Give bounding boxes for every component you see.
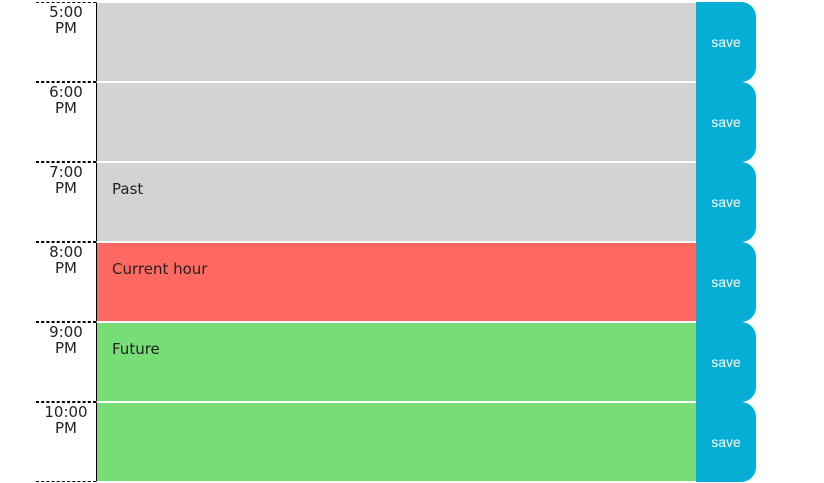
event-description[interactable]: [96, 82, 696, 162]
save-button[interactable]: save: [696, 322, 756, 402]
event-description[interactable]: [96, 402, 696, 482]
time-block-6pm: 6:00 PM save: [36, 82, 756, 162]
hour-time: 8:00: [49, 243, 83, 261]
event-description[interactable]: Current hour: [96, 242, 696, 322]
save-button[interactable]: save: [696, 162, 756, 242]
hour-label: 5:00 PM: [36, 2, 96, 82]
time-block-10pm: 10:00 PM save: [36, 402, 756, 482]
time-block-9pm: 9:00 PM Future save: [36, 322, 756, 402]
event-description[interactable]: Past: [96, 162, 696, 242]
hour-time: 9:00: [49, 323, 83, 341]
hour-period: PM: [55, 259, 77, 277]
event-description[interactable]: Future: [96, 322, 696, 402]
save-button[interactable]: save: [696, 402, 756, 482]
scheduler: 5:00 PM save 6:00 PM save 7:00 PM Past s…: [36, 2, 756, 482]
hour-period: PM: [55, 339, 77, 357]
hour-period: PM: [55, 19, 77, 37]
event-description[interactable]: [96, 2, 696, 82]
hour-time: 7:00: [49, 163, 83, 181]
hour-period: PM: [55, 179, 77, 197]
save-button[interactable]: save: [696, 2, 756, 82]
hour-label: 6:00 PM: [36, 82, 96, 162]
time-block-8pm: 8:00 PM Current hour save: [36, 242, 756, 322]
save-button[interactable]: save: [696, 242, 756, 322]
hour-label: 9:00 PM: [36, 322, 96, 402]
hour-label: 7:00 PM: [36, 162, 96, 242]
hour-period: PM: [55, 99, 77, 117]
hour-label: 8:00 PM: [36, 242, 96, 322]
hour-time: 10:00: [44, 403, 88, 421]
hour-period: PM: [55, 419, 77, 437]
save-button[interactable]: save: [696, 82, 756, 162]
time-block-5pm: 5:00 PM save: [36, 2, 756, 82]
hour-time: 6:00: [49, 83, 83, 101]
hour-time: 5:00: [49, 3, 83, 21]
time-block-7pm: 7:00 PM Past save: [36, 162, 756, 242]
hour-label: 10:00 PM: [36, 402, 96, 482]
